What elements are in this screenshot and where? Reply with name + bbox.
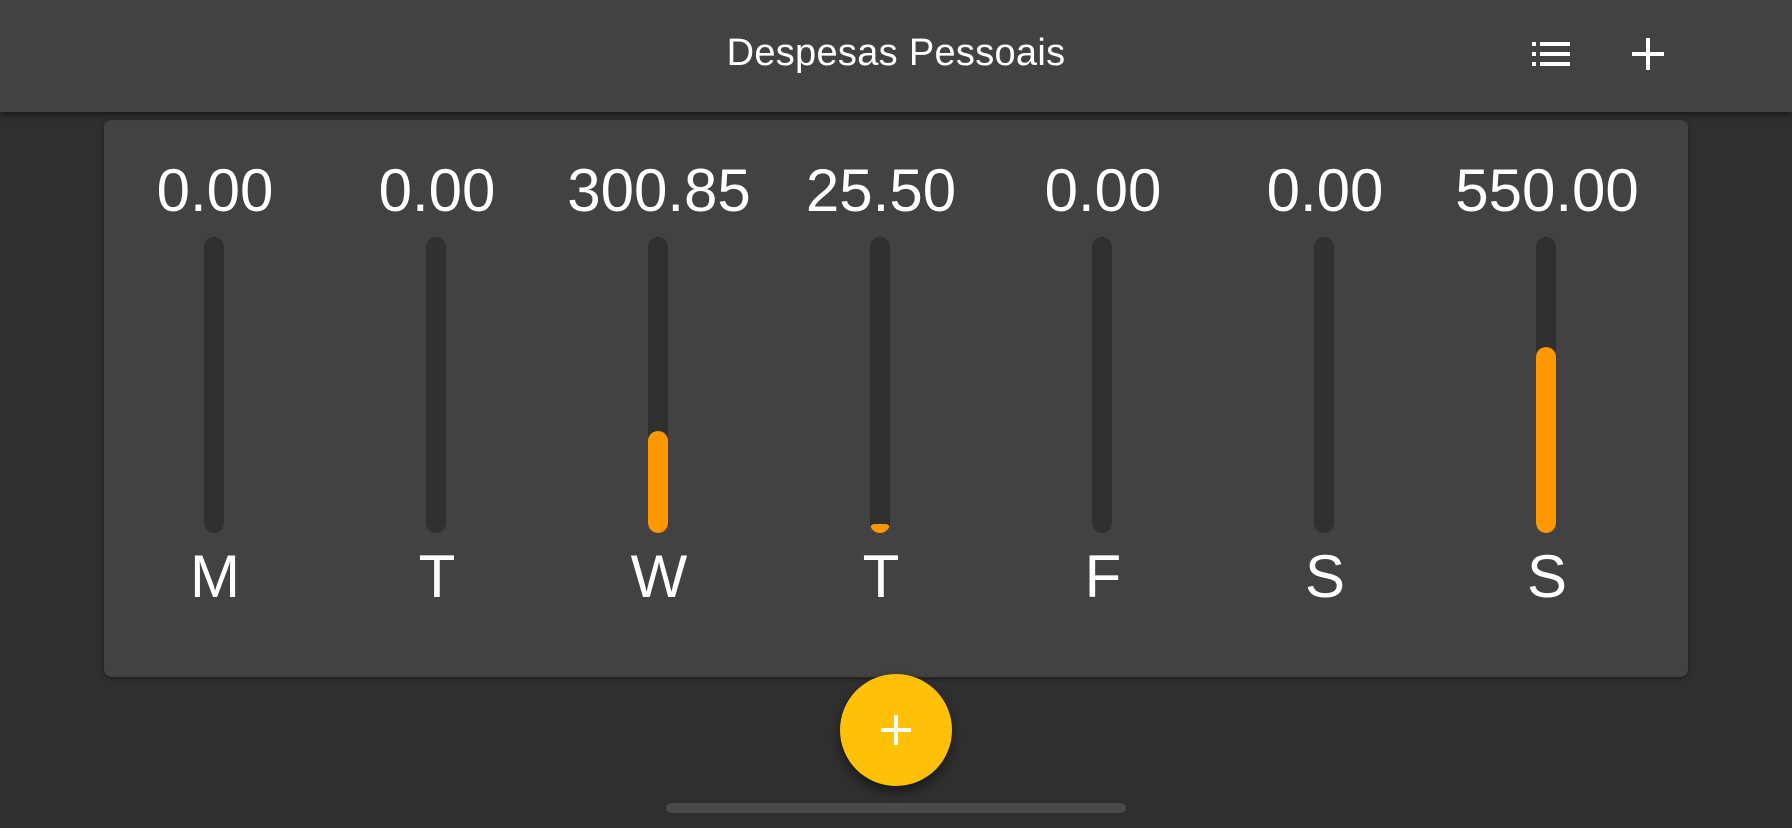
bar-fill bbox=[1536, 347, 1556, 533]
bar-fill bbox=[648, 431, 668, 533]
bar-track bbox=[1536, 237, 1556, 533]
chart-bar-col: 0.00 S bbox=[1214, 120, 1436, 677]
chart-bar-col: 0.00 T bbox=[326, 120, 548, 677]
bar-day-label: S bbox=[1304, 543, 1346, 610]
bar-day-label: W bbox=[630, 543, 688, 610]
add-button[interactable] bbox=[1620, 26, 1676, 82]
bar-track bbox=[648, 237, 668, 533]
chart-bar-col: 0.00 F bbox=[992, 120, 1214, 677]
bar-value-label: 25.50 bbox=[805, 157, 957, 224]
add-expense-fab[interactable] bbox=[840, 674, 952, 786]
bar-day-label: T bbox=[862, 543, 900, 610]
list-button[interactable] bbox=[1524, 26, 1580, 82]
app-bar: Despesas Pessoais bbox=[0, 0, 1792, 112]
bar-track bbox=[426, 237, 446, 533]
bar-track bbox=[1314, 237, 1334, 533]
bar-value-label: 0.00 bbox=[1266, 157, 1384, 224]
add-icon bbox=[881, 715, 911, 745]
bar-track bbox=[204, 237, 224, 533]
bar-value-label: 0.00 bbox=[378, 157, 496, 224]
chart-bar-col: 300.85 W bbox=[548, 120, 770, 677]
bar-day-label: M bbox=[190, 543, 240, 610]
bar-day-label: S bbox=[1526, 543, 1568, 610]
bar-day-label: F bbox=[1084, 543, 1122, 610]
bar-day-label: T bbox=[418, 543, 456, 610]
chart-bar-col: 25.50 T bbox=[770, 120, 992, 677]
bar-fill bbox=[870, 524, 890, 533]
add-icon bbox=[1632, 38, 1664, 70]
bar-value-label: 0.00 bbox=[1044, 157, 1162, 224]
bar-track bbox=[870, 237, 890, 533]
bar-value-label: 550.00 bbox=[1455, 157, 1639, 224]
list-icon bbox=[1532, 42, 1570, 66]
bar-value-label: 300.85 bbox=[567, 157, 751, 224]
home-indicator[interactable] bbox=[666, 803, 1126, 813]
weekly-chart-card: 0.00 M 0.00 T 300.85 W 25.50 T 0.00 F 0.… bbox=[104, 120, 1688, 677]
chart-bar-col: 0.00 M bbox=[104, 120, 326, 677]
chart-bar-col: 550.00 S bbox=[1436, 120, 1658, 677]
bar-value-label: 0.00 bbox=[156, 157, 274, 224]
bar-track bbox=[1092, 237, 1112, 533]
